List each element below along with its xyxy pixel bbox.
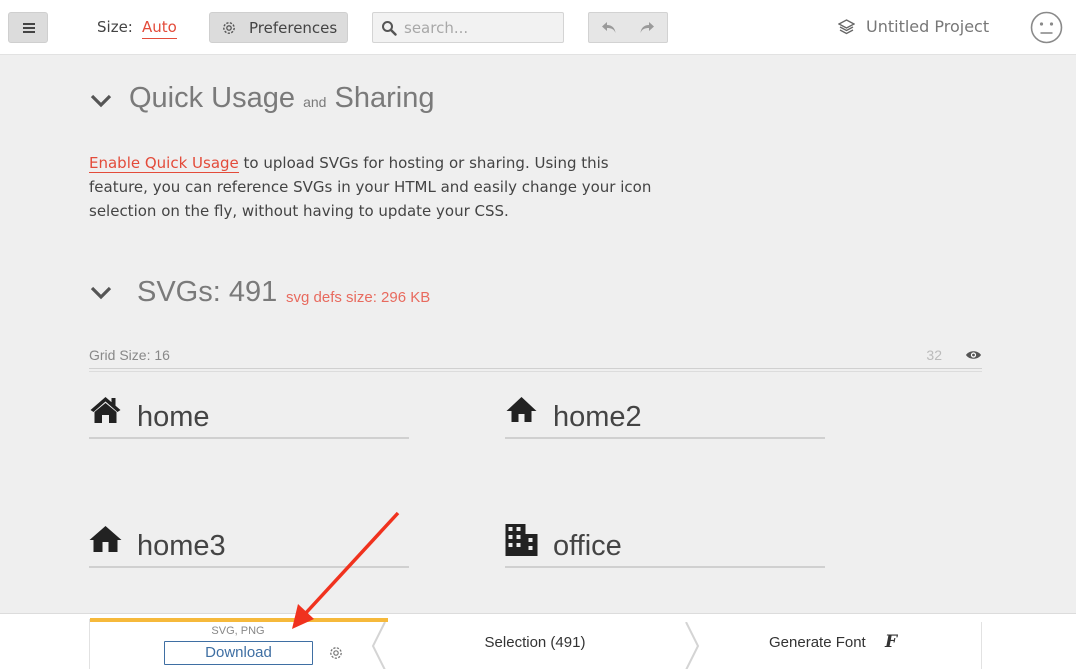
- office-icon: [505, 524, 538, 556]
- glyph-name: office: [553, 530, 622, 562]
- tab-separator-icon: [685, 622, 700, 669]
- preferences-button[interactable]: Preferences: [209, 12, 348, 43]
- download-button[interactable]: Download: [164, 641, 313, 665]
- chevron-down-icon[interactable]: [90, 285, 112, 301]
- grid-size-label: Grid Size: 16: [89, 347, 170, 363]
- glyph-item[interactable]: home3: [89, 524, 409, 568]
- glyph-item[interactable]: home2: [505, 395, 825, 439]
- search-box[interactable]: [372, 12, 564, 43]
- heading-and: and: [303, 94, 327, 110]
- gear-icon: [223, 22, 235, 34]
- menu-icon: [23, 23, 35, 25]
- search-icon: [382, 21, 397, 36]
- home3-icon: [89, 526, 122, 552]
- undo-icon[interactable]: [601, 21, 617, 35]
- home2-icon: [506, 397, 537, 422]
- project-name: Untitled Project: [866, 17, 990, 36]
- glyph-item[interactable]: home: [89, 395, 409, 439]
- svg-defs-size: svg defs size: 296 KB: [286, 289, 431, 306]
- bottom-toolbar: SVG, PNG Download Selection (491) Genera…: [0, 613, 1076, 669]
- font-icon: F: [885, 632, 898, 652]
- active-tab-indicator: [90, 618, 388, 622]
- selection-tab[interactable]: Selection (491): [390, 634, 680, 651]
- home-icon: [90, 397, 121, 423]
- chevron-down-icon[interactable]: [90, 93, 112, 109]
- heading-part: Sharing: [334, 82, 435, 114]
- menu-icon-bar: [23, 27, 35, 29]
- grid-size-row: Grid Size: 16 32: [89, 345, 982, 372]
- heading-part: Quick Usage: [129, 82, 296, 114]
- size-dropdown[interactable]: Auto: [142, 18, 177, 39]
- enable-quick-usage-link[interactable]: Enable Quick Usage: [89, 154, 239, 173]
- quick-usage-heading: Quick Usage and Sharing: [129, 82, 434, 115]
- bottom-divider: [981, 622, 982, 669]
- svgs-heading: SVGs: 491: [137, 276, 278, 308]
- glyph-name: home3: [137, 530, 226, 562]
- download-panel: SVG, PNG Download: [89, 618, 388, 669]
- grid-size-value[interactable]: 32: [926, 347, 942, 363]
- size-label: Size:: [97, 18, 133, 36]
- layers-icon: [838, 19, 855, 35]
- user-avatar-icon[interactable]: [1030, 11, 1063, 44]
- undo-redo-group: [588, 12, 668, 43]
- preferences-label: Preferences: [249, 19, 338, 37]
- glyph-name: home2: [553, 401, 642, 433]
- quick-usage-description: Enable Quick Usage to upload SVGs for ho…: [89, 151, 659, 223]
- main-menu-button[interactable]: [8, 12, 48, 43]
- redo-icon[interactable]: [639, 21, 655, 35]
- glyph-name: home: [137, 401, 210, 433]
- download-settings-gear-icon[interactable]: [328, 645, 344, 661]
- menu-icon-bar: [23, 31, 35, 33]
- eye-icon[interactable]: [965, 349, 982, 361]
- top-toolbar: Size: Auto Preferences Untitled Project: [0, 0, 1076, 55]
- glyph-item[interactable]: office: [505, 524, 825, 568]
- generate-font-label: Generate Font: [769, 634, 866, 651]
- tab-separator-icon: [371, 622, 386, 669]
- search-input[interactable]: [404, 18, 554, 38]
- download-formats: SVG, PNG: [211, 625, 265, 637]
